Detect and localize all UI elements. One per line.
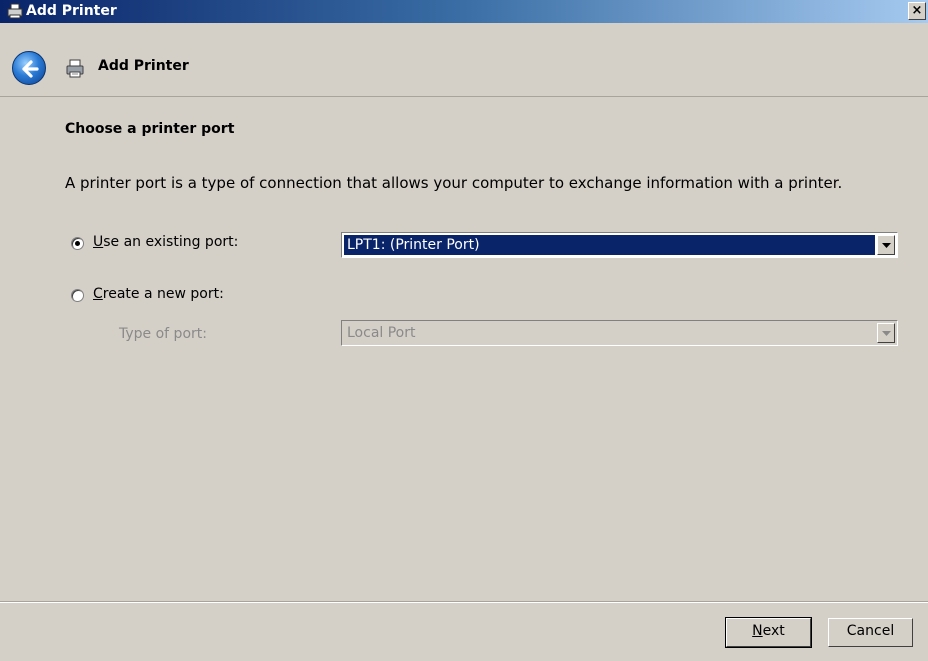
next-accesskey: N bbox=[752, 623, 763, 639]
back-arrow-icon bbox=[22, 60, 39, 78]
window-title: Add Printer bbox=[26, 3, 117, 19]
new-port-accesskey: C bbox=[93, 286, 103, 302]
title-bar: Add Printer × bbox=[0, 0, 928, 23]
chevron-down-icon bbox=[882, 331, 891, 336]
port-type-value: Local Port bbox=[347, 325, 416, 341]
printer-icon bbox=[64, 57, 86, 79]
wizard-title: Add Printer bbox=[98, 58, 189, 74]
wizard-header: Add Printer bbox=[0, 23, 928, 97]
footer-divider bbox=[0, 601, 928, 603]
close-button[interactable]: × bbox=[908, 2, 926, 20]
existing-port-dropdown[interactable]: LPT1: (Printer Port) bbox=[341, 232, 898, 258]
printer-title-icon bbox=[6, 3, 24, 19]
existing-port-radio[interactable] bbox=[71, 237, 84, 250]
new-port-radio[interactable] bbox=[71, 289, 84, 302]
next-button[interactable]: Next bbox=[725, 617, 812, 648]
existing-port-label[interactable]: Use an existing port: bbox=[93, 234, 238, 250]
new-port-label-text: reate a new port: bbox=[102, 286, 224, 302]
existing-port-label-text: se an existing port: bbox=[103, 234, 239, 250]
cancel-button[interactable]: Cancel bbox=[828, 618, 913, 647]
port-type-dropdown: Local Port bbox=[341, 320, 898, 346]
chevron-down-icon bbox=[882, 243, 891, 248]
port-type-dropdown-button bbox=[877, 323, 895, 343]
page-heading: Choose a printer port bbox=[65, 121, 235, 137]
new-port-label[interactable]: Create a new port: bbox=[93, 286, 224, 302]
port-type-label: Type of port: bbox=[119, 326, 207, 342]
existing-port-dropdown-button[interactable] bbox=[877, 235, 895, 255]
back-button[interactable] bbox=[12, 51, 46, 85]
page-description: A printer port is a type of connection t… bbox=[65, 174, 843, 192]
next-label: ext bbox=[762, 623, 785, 639]
existing-port-accesskey: U bbox=[93, 234, 104, 250]
existing-port-value: LPT1: (Printer Port) bbox=[344, 235, 875, 255]
